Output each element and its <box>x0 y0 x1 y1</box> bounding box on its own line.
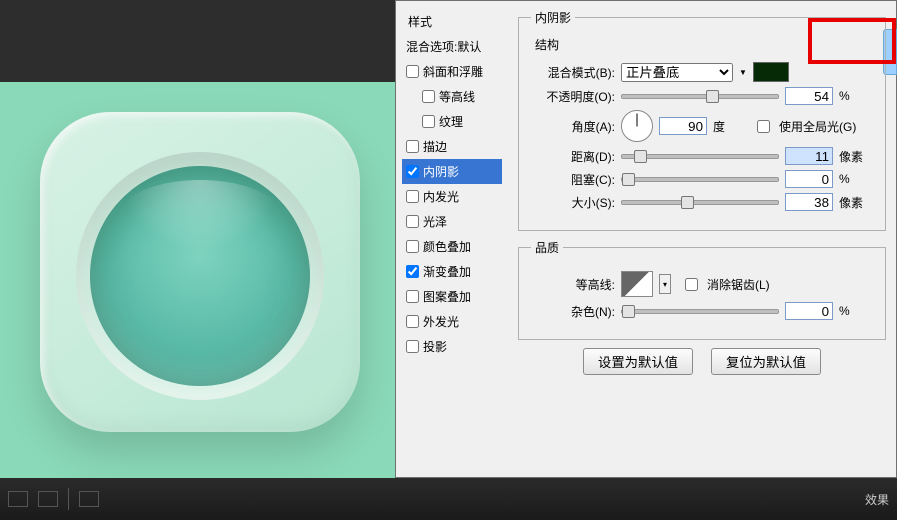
style-checkbox[interactable] <box>406 340 419 353</box>
distance-input[interactable] <box>785 147 833 165</box>
quality-legend: 品质 <box>531 239 563 256</box>
style-item[interactable]: 内阴影 <box>402 159 502 184</box>
antialias-checkbox[interactable] <box>685 278 698 291</box>
style-label: 斜面和浮雕 <box>423 63 483 80</box>
style-checkbox[interactable] <box>406 65 419 78</box>
blend-mode-select[interactable]: 正片叠底 <box>621 63 733 82</box>
make-default-button[interactable]: 设置为默认值 <box>583 348 693 375</box>
shadow-color-swatch[interactable] <box>753 62 789 82</box>
style-label: 外发光 <box>423 313 459 330</box>
size-input[interactable] <box>785 193 833 211</box>
style-label: 内阴影 <box>423 163 459 180</box>
style-item[interactable]: 光泽 <box>402 209 502 234</box>
opacity-input[interactable] <box>785 87 833 105</box>
distance-slider[interactable] <box>621 154 779 159</box>
size-unit: 像素 <box>839 194 873 211</box>
style-label: 图案叠加 <box>423 288 471 305</box>
opacity-label: 不透明度(O): <box>531 88 615 105</box>
reset-default-button[interactable]: 复位为默认值 <box>711 348 821 375</box>
style-item[interactable]: 斜面和浮雕 <box>402 59 502 84</box>
noise-unit: % <box>839 304 873 318</box>
style-checkbox[interactable] <box>422 115 435 128</box>
style-item[interactable]: 内发光 <box>402 184 502 209</box>
style-item[interactable]: 颜色叠加 <box>402 234 502 259</box>
choke-input[interactable] <box>785 170 833 188</box>
style-label: 渐变叠加 <box>423 263 471 280</box>
blending-options[interactable]: 混合选项:默认 <box>402 34 502 59</box>
styles-list: 样式 混合选项:默认 斜面和浮雕等高线纹理描边内阴影内发光光泽颜色叠加渐变叠加图… <box>396 1 508 477</box>
opacity-unit: % <box>839 89 873 103</box>
style-item[interactable]: 外发光 <box>402 309 502 334</box>
angle-unit: 度 <box>713 118 747 135</box>
style-checkbox[interactable] <box>422 90 435 103</box>
size-label: 大小(S): <box>531 194 615 211</box>
style-checkbox[interactable] <box>406 190 419 203</box>
opacity-slider[interactable] <box>621 94 779 99</box>
angle-dial[interactable] <box>621 110 653 142</box>
fx-label: 效果 <box>865 491 889 508</box>
styles-header: 样式 <box>402 9 502 34</box>
contour-picker[interactable] <box>621 271 653 297</box>
style-label: 纹理 <box>439 113 463 130</box>
paths-icon[interactable] <box>79 491 99 507</box>
global-light-checkbox[interactable] <box>757 120 770 133</box>
blend-mode-label: 混合模式(B): <box>531 64 615 81</box>
style-item[interactable]: 图案叠加 <box>402 284 502 309</box>
style-label: 颜色叠加 <box>423 238 471 255</box>
global-light-label: 使用全局光(G) <box>779 118 856 135</box>
style-checkbox[interactable] <box>406 315 419 328</box>
channels-icon[interactable] <box>38 491 58 507</box>
choke-label: 阻塞(C): <box>531 171 615 188</box>
angle-input[interactable] <box>659 117 707 135</box>
inner-shadow-legend: 内阴影 <box>531 9 575 26</box>
angle-label: 角度(A): <box>531 118 615 135</box>
icon-orb <box>90 166 310 386</box>
style-checkbox[interactable] <box>406 290 419 303</box>
distance-unit: 像素 <box>839 148 873 165</box>
style-label: 等高线 <box>439 88 475 105</box>
contour-label: 等高线: <box>531 276 615 293</box>
choke-unit: % <box>839 172 873 186</box>
size-slider[interactable] <box>621 200 779 205</box>
status-bar: 效果 <box>0 478 897 520</box>
style-item[interactable]: 投影 <box>402 334 502 359</box>
structure-group: 结构 混合模式(B): 正片叠底 ▼ 不透明度(O): % 角度(A <box>531 36 873 216</box>
style-label: 光泽 <box>423 213 447 230</box>
style-item[interactable]: 等高线 <box>402 84 502 109</box>
layers-icon[interactable] <box>8 491 28 507</box>
style-checkbox[interactable] <box>406 215 419 228</box>
inner-shadow-group: 内阴影 结构 混合模式(B): 正片叠底 ▼ 不透明度(O): % <box>518 9 886 231</box>
structure-legend: 结构 <box>531 36 563 53</box>
style-label: 描边 <box>423 138 447 155</box>
layer-style-dialog: 样式 混合选项:默认 斜面和浮雕等高线纹理描边内阴影内发光光泽颜色叠加渐变叠加图… <box>395 0 897 478</box>
style-checkbox[interactable] <box>406 165 419 178</box>
noise-input[interactable] <box>785 302 833 320</box>
style-checkbox[interactable] <box>406 140 419 153</box>
style-label: 内发光 <box>423 188 459 205</box>
noise-label: 杂色(N): <box>531 303 615 320</box>
contour-dropdown[interactable]: ▾ <box>659 274 671 294</box>
style-item[interactable]: 描边 <box>402 134 502 159</box>
style-item[interactable]: 渐变叠加 <box>402 259 502 284</box>
choke-slider[interactable] <box>621 177 779 182</box>
distance-label: 距离(D): <box>531 148 615 165</box>
style-item[interactable]: 纹理 <box>402 109 502 134</box>
style-label: 投影 <box>423 338 447 355</box>
quality-group: 品质 等高线: ▾ 消除锯齿(L) 杂色(N): % <box>518 239 886 340</box>
style-checkbox[interactable] <box>406 240 419 253</box>
noise-slider[interactable] <box>621 309 779 314</box>
antialias-label: 消除锯齿(L) <box>707 276 770 293</box>
style-checkbox[interactable] <box>406 265 419 278</box>
